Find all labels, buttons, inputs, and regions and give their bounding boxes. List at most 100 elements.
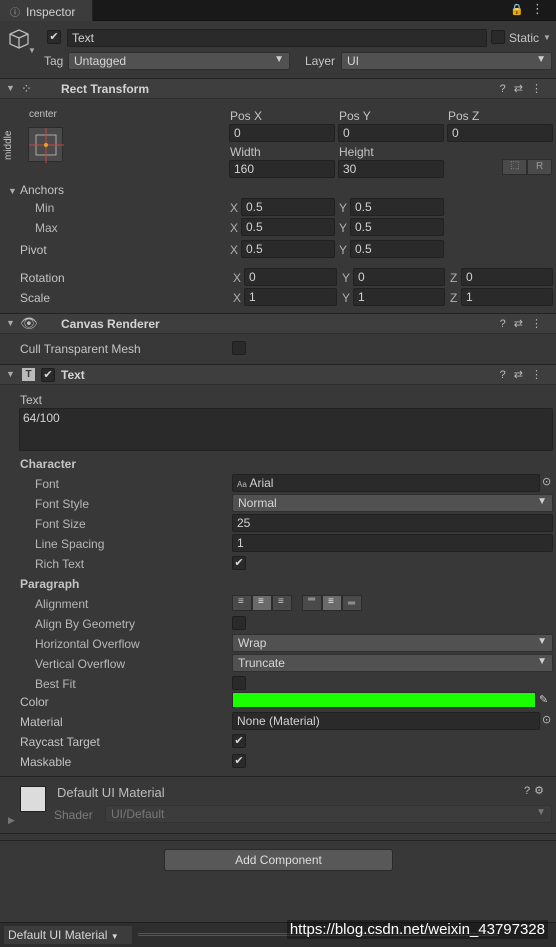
object-name-field[interactable]: Text xyxy=(67,29,487,47)
icon-dropdown-caret[interactable]: ▼ xyxy=(28,46,36,55)
material-header-icons[interactable]: ?⚙ xyxy=(524,784,548,797)
horizontal-overflow-dropdown[interactable]: Wrap ▼ xyxy=(232,634,553,652)
min-y-axis: Y xyxy=(339,201,348,215)
rotation-y-field[interactable]: 0 xyxy=(353,268,445,286)
font-style-label: Font Style xyxy=(35,497,90,511)
align-by-geometry-checkbox[interactable] xyxy=(232,616,246,630)
align-right-button[interactable]: ≡ xyxy=(272,595,292,611)
static-dropdown-caret[interactable]: ▼ xyxy=(543,33,551,42)
preset-icon[interactable]: ⇄ xyxy=(514,369,531,381)
settings-gear-icon[interactable]: ⚙ xyxy=(534,785,548,797)
text-enabled-checkbox[interactable]: ✔ xyxy=(41,368,55,382)
context-menu-icon[interactable]: ⋮ xyxy=(531,369,550,381)
cull-transparent-mesh-label: Cull Transparent Mesh xyxy=(20,342,141,356)
text-area[interactable]: 64/100 xyxy=(19,408,553,451)
align-left-button[interactable]: ≡ xyxy=(232,595,252,611)
paragraph-heading: Paragraph xyxy=(20,577,80,591)
scale-y-field[interactable]: 1 xyxy=(353,288,445,306)
text-component-header[interactable]: ▼ T ✔ Text ?⇄⋮ xyxy=(0,364,556,385)
pivot-x-field[interactable]: 0.5 xyxy=(241,240,335,258)
divider xyxy=(0,776,556,777)
canvas-renderer-header[interactable]: ▼ 👁 Canvas Renderer ?⇄⋮ xyxy=(0,313,556,334)
pos-x-field[interactable]: 0 xyxy=(229,124,335,142)
blueprint-mode-button[interactable]: ⬚ xyxy=(502,159,527,175)
pos-y-field[interactable]: 0 xyxy=(338,124,444,142)
align-middle-button[interactable]: ≡ xyxy=(322,595,342,611)
pivot-y-field[interactable]: 0.5 xyxy=(350,240,444,258)
active-checkbox[interactable]: ✔ xyxy=(47,30,61,44)
shader-dropdown[interactable]: UI/Default ▼ xyxy=(105,805,552,823)
preset-icon[interactable]: ⇄ xyxy=(514,83,531,95)
add-component-button[interactable]: Add Component xyxy=(164,849,393,871)
preview-dropdown[interactable]: Default UI Material ▼ xyxy=(4,926,132,944)
font-size-field[interactable]: 25 xyxy=(232,514,553,532)
raw-edit-button[interactable]: R xyxy=(527,159,552,175)
rect-transform-title: Rect Transform xyxy=(61,82,150,96)
vertical-overflow-dropdown[interactable]: Truncate ▼ xyxy=(232,654,553,672)
anchor-presets-button[interactable] xyxy=(28,127,64,163)
scale-z-field[interactable]: 1 xyxy=(461,288,553,306)
height-field[interactable]: 30 xyxy=(338,160,444,178)
raycast-target-checkbox[interactable]: ✔ xyxy=(232,734,246,748)
maskable-checkbox[interactable]: ✔ xyxy=(232,754,246,768)
align-top-button[interactable]: ═ xyxy=(302,594,322,611)
watermark-text: https://blog.csdn.net/weixin_43797328 xyxy=(286,920,548,939)
help-icon[interactable]: ? xyxy=(500,83,514,95)
help-icon[interactable]: ? xyxy=(500,369,514,381)
max-x-field[interactable]: 0.5 xyxy=(241,218,335,236)
rotation-z-field[interactable]: 0 xyxy=(461,268,553,286)
rich-text-checkbox[interactable]: ✔ xyxy=(232,556,246,570)
eyedropper-icon[interactable]: ✎ xyxy=(539,693,548,706)
help-icon[interactable]: ? xyxy=(500,318,514,330)
tab-inspector[interactable]: ⓘ Inspector xyxy=(0,0,93,21)
min-y-field[interactable]: 0.5 xyxy=(350,198,444,216)
rotation-y-axis: Y xyxy=(342,271,351,285)
context-menu-icon[interactable]: ⋮ xyxy=(531,83,550,95)
foldout-icon[interactable]: ▼ xyxy=(6,83,15,93)
material-field[interactable]: None (Material) xyxy=(232,712,540,730)
static-checkbox[interactable] xyxy=(491,30,505,44)
line-spacing-field[interactable]: 1 xyxy=(232,534,553,552)
object-picker-icon[interactable]: ⊙ xyxy=(542,713,551,726)
pos-x-label: Pos X xyxy=(230,109,263,123)
foldout-icon[interactable]: ▼ xyxy=(6,369,15,379)
info-icon: ⓘ xyxy=(10,8,20,19)
material-foldout-icon[interactable]: ▶ xyxy=(8,815,15,826)
layer-label: Layer xyxy=(305,54,336,68)
object-picker-icon[interactable]: ⊙ xyxy=(542,475,551,488)
component-header-icons[interactable]: ?⇄⋮ xyxy=(500,317,550,330)
foldout-icon[interactable]: ▼ xyxy=(6,318,15,328)
context-menu-icon[interactable]: ⋮ xyxy=(531,318,550,330)
raw-edit-label: R xyxy=(536,161,544,172)
width-field[interactable]: 160 xyxy=(229,160,335,178)
anchors-foldout-icon[interactable]: ▼ xyxy=(8,186,17,196)
color-swatch[interactable] xyxy=(232,692,536,708)
max-y-axis: Y xyxy=(339,221,348,235)
tag-dropdown[interactable]: Untagged ▼ xyxy=(68,52,290,70)
align-center-button[interactable]: ≡ xyxy=(252,595,272,611)
component-header-icons[interactable]: ?⇄⋮ xyxy=(500,82,550,95)
best-fit-checkbox[interactable] xyxy=(232,676,246,690)
scale-x-field[interactable]: 1 xyxy=(244,288,337,306)
tab-title: Inspector xyxy=(26,5,76,19)
preset-icon[interactable]: ⇄ xyxy=(514,318,531,330)
pivot-x-axis: X xyxy=(230,243,239,257)
min-x-field[interactable]: 0.5 xyxy=(241,198,335,216)
align-bottom-button[interactable]: ═ xyxy=(342,595,362,611)
font-field[interactable]: Aa Arial xyxy=(232,474,540,492)
rotation-x-axis: X xyxy=(233,271,242,285)
menu-icon[interactable]: ⋮ xyxy=(531,1,544,17)
rotation-x-field[interactable]: 0 xyxy=(244,268,337,286)
component-header-icons[interactable]: ?⇄⋮ xyxy=(500,368,550,381)
layer-dropdown[interactable]: UI ▼ xyxy=(341,52,552,70)
material-name: Default UI Material xyxy=(57,785,165,800)
help-icon[interactable]: ? xyxy=(524,785,534,797)
lock-icon[interactable]: 🔒 xyxy=(510,3,524,16)
font-size-label: Font Size xyxy=(35,517,86,531)
font-style-value: Normal xyxy=(238,496,277,510)
font-style-dropdown[interactable]: Normal ▼ xyxy=(232,494,553,512)
pos-z-field[interactable]: 0 xyxy=(447,124,553,142)
rect-transform-header[interactable]: ▼ ⁘ Rect Transform ?⇄⋮ xyxy=(0,78,556,99)
max-y-field[interactable]: 0.5 xyxy=(350,218,444,236)
cull-transparent-mesh-checkbox[interactable] xyxy=(232,341,246,355)
